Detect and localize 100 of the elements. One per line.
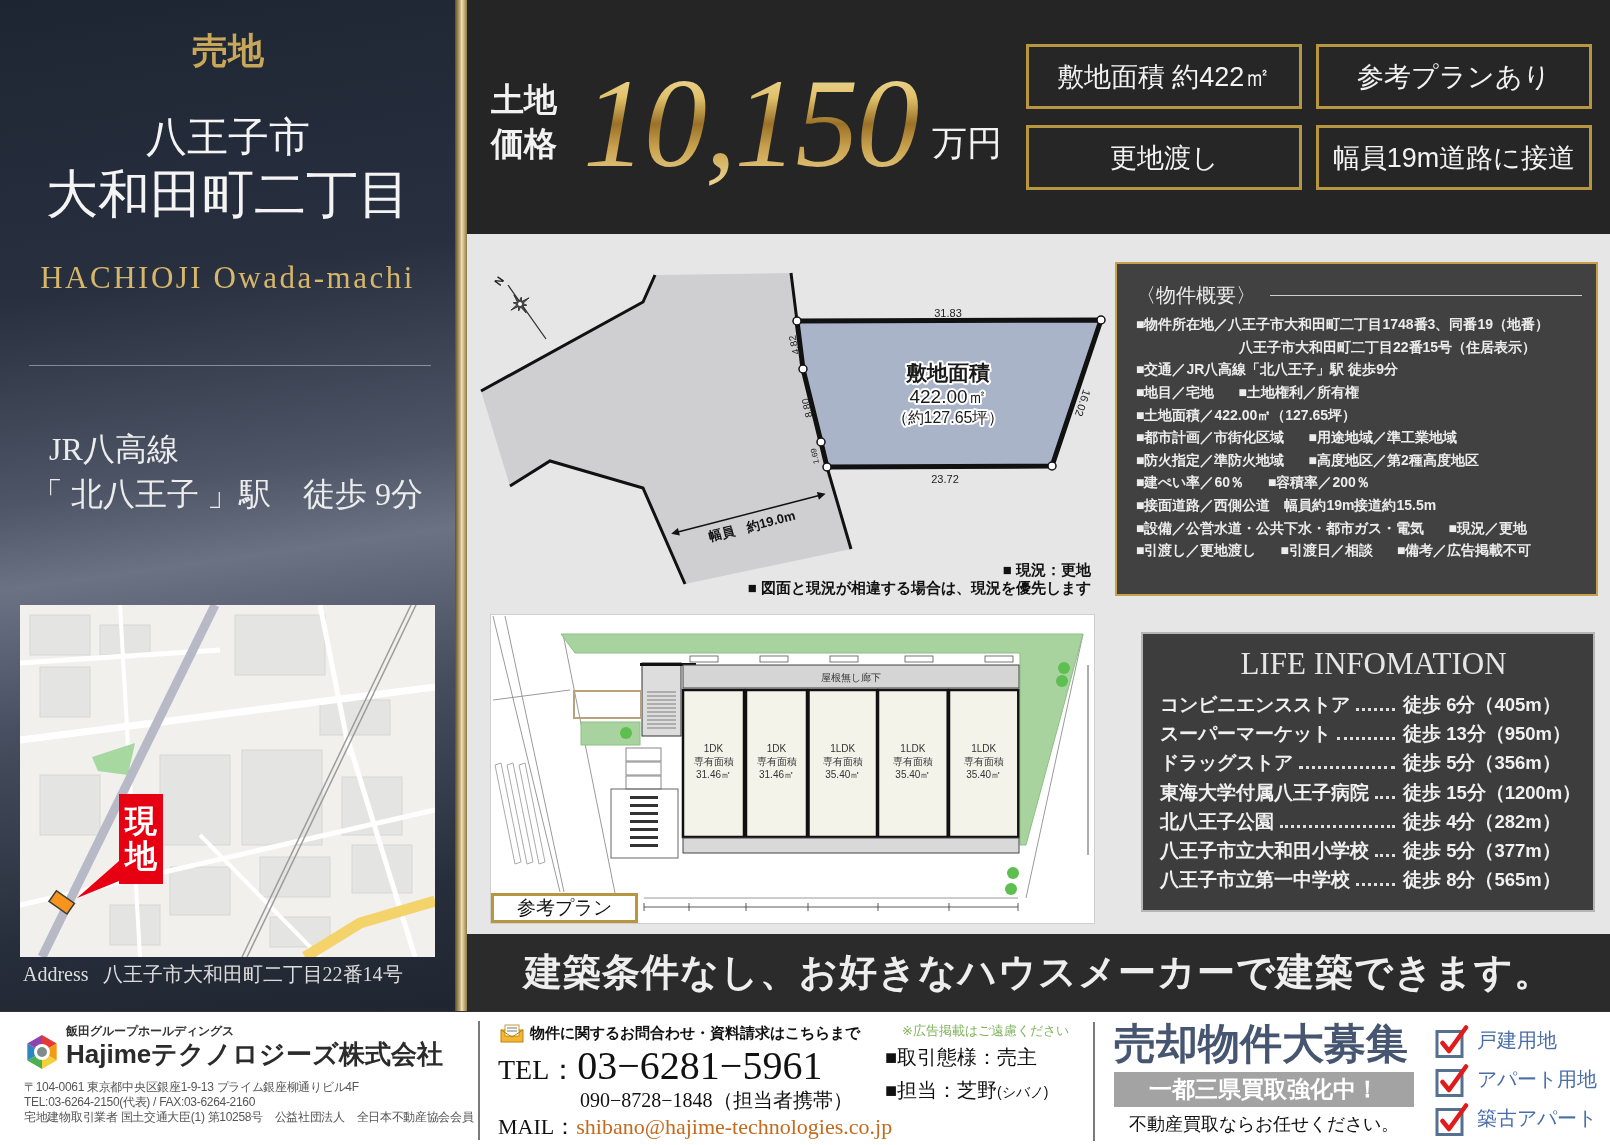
summary-item: 八王子市大和田町二丁目22番15号（住居表示） bbox=[1239, 337, 1537, 357]
dot-leader bbox=[1356, 706, 1395, 711]
unit-type: 1LDK bbox=[830, 742, 856, 754]
company-name: Hajimeテクノロジーズ株式会社 bbox=[66, 1039, 444, 1069]
place-name: 東海大学付属八王子病院 bbox=[1160, 780, 1369, 805]
summary-item: ■交通／JR八高線「北八王子」駅 徒歩9分 bbox=[1136, 360, 1399, 380]
feature-tag: 敷地面積 約422㎡ bbox=[1026, 44, 1302, 109]
unit-area: 31.46㎡ bbox=[696, 768, 731, 780]
place-name: 北八王子公園 bbox=[1160, 809, 1274, 834]
unit-type: 1DK bbox=[766, 742, 787, 754]
site-note: ■ 現況：更地 bbox=[1002, 560, 1091, 578]
walk-time: 徒歩 6分（405m） bbox=[1403, 692, 1562, 717]
summary-item: ■接面道路／西側公道 幅員約19m接道約15.5m bbox=[1136, 496, 1437, 516]
feature-tag: 幅員19m道路に接道 bbox=[1316, 125, 1592, 190]
summary-item: ■引渡日／相談 bbox=[1280, 541, 1373, 561]
walk-time: 徒歩 5分（356m） bbox=[1403, 751, 1562, 776]
company-info: 〒104-0061 東京都中央区銀座1-9-13 プライム銀座柳通りビル4F bbox=[24, 1080, 360, 1095]
dot-leader bbox=[1375, 853, 1395, 858]
mail-label: MAIL： bbox=[498, 1113, 577, 1140]
summary-item: ■容積率／200％ bbox=[1268, 473, 1370, 493]
place-name: 八王子市立大和田小学校 bbox=[1160, 839, 1369, 864]
romaji-name: HACHIOJI Owada-machi bbox=[40, 259, 415, 297]
unit-type: 1LDK bbox=[900, 742, 926, 754]
envelope-icon bbox=[500, 1023, 524, 1043]
summary-item: ■地目／宅地 bbox=[1136, 383, 1215, 403]
unit-type: 1LDK bbox=[971, 742, 997, 754]
buying-title: 売却物件大募集 bbox=[1114, 1019, 1409, 1069]
summary-item: ■防火指定／準防火地域 bbox=[1136, 450, 1285, 470]
unit-label: 専有面積 bbox=[822, 755, 863, 767]
price-unit: 万円 bbox=[931, 122, 1002, 164]
corridor-label: 屋根無し廊下 bbox=[821, 671, 881, 683]
tel-label: TEL： bbox=[498, 1053, 578, 1087]
place-name: 八王子市立第一中学校 bbox=[1160, 868, 1350, 893]
unit-area: 35.40㎡ bbox=[966, 768, 1002, 780]
feature-tag: 更地渡し bbox=[1026, 125, 1302, 190]
edge-length: 1.69 bbox=[809, 447, 821, 465]
phone-number: 03−6281−5961 bbox=[577, 1044, 823, 1088]
checklist-label: 築古アパート bbox=[1477, 1106, 1597, 1131]
station-access: 「 北八王子 」駅 徒歩 9分 bbox=[31, 475, 423, 514]
unit-label: 専有面積 bbox=[892, 755, 933, 767]
boundary-marker bbox=[822, 462, 832, 472]
checklist-label: 戸建用地 bbox=[1477, 1028, 1557, 1053]
category-title: 売地 bbox=[191, 30, 264, 73]
unit-area: 31.46㎡ bbox=[759, 768, 794, 780]
price-label: 土地 bbox=[491, 80, 558, 120]
place-name: ドラッグストア bbox=[1160, 751, 1293, 776]
summary-item: ■物件所在地／八王子市大和田町二丁目1748番3、同番19（地番） bbox=[1136, 315, 1549, 335]
area-title: 敷地面積 bbox=[906, 360, 990, 384]
summary-item: ■備考／広告掲載不可 bbox=[1396, 541, 1532, 561]
summary-item: ■設備／公営水道・公共下水・都市ガス・電気 bbox=[1136, 518, 1425, 538]
north-label: N bbox=[491, 274, 507, 288]
summary-title: 〈物件概要〉 bbox=[1136, 283, 1256, 308]
boundary-marker bbox=[816, 437, 826, 447]
dot-leader bbox=[1375, 794, 1395, 799]
plan-caption: 参考プラン bbox=[491, 893, 638, 923]
staff-name: ■担当：芝野 bbox=[885, 1078, 998, 1103]
walk-time: 徒歩 13分（950m） bbox=[1403, 721, 1573, 746]
price-label: 価格 bbox=[491, 124, 558, 164]
buying-banner: 一都三県買取強化中！ bbox=[1114, 1072, 1414, 1107]
edge-length: 31.83 bbox=[934, 307, 962, 319]
mobile-number: 090−8728−1848（担当者携帯） bbox=[579, 1088, 854, 1112]
unit-label: 専有面積 bbox=[756, 755, 797, 767]
site-note: ■ 図面と現況が相違する場合は、現況を優先します bbox=[747, 578, 1091, 596]
address-label: Address bbox=[23, 962, 89, 987]
summary-item: ■都市計画／市街化区域 bbox=[1136, 428, 1285, 448]
staff-reading: (シバノ) bbox=[997, 1083, 1049, 1102]
inquiry-heading: 物件に関するお問合わせ・資料請求はこちらまで bbox=[530, 1023, 860, 1043]
company-info: TEL:03-6264-2150(代表) / FAX:03-6264-2160 bbox=[24, 1095, 257, 1110]
walk-time: 徒歩 8分（565m） bbox=[1403, 868, 1562, 893]
life-title: LIFE INFOMATION bbox=[1239, 645, 1508, 683]
unit-label: 専有面積 bbox=[693, 755, 734, 767]
feature-tag: 参考プランあり bbox=[1316, 44, 1592, 109]
checklist-label: アパート用地 bbox=[1477, 1067, 1597, 1092]
email-address: shibano@hajime-technologies.co.jp bbox=[576, 1113, 893, 1140]
address-text: 八王子市大和田町二丁目22番14号 bbox=[102, 962, 403, 987]
callout-pointer bbox=[77, 861, 119, 898]
area-tsubo: （約127.65坪） bbox=[891, 408, 1005, 426]
summary-item: ■土地権利／所有権 bbox=[1238, 383, 1359, 403]
company-info: 宅地建物取引業者 国土交通大臣(1) 第10258号 公益社団法人 全日本不動産協会会員 bbox=[24, 1110, 475, 1125]
boundary-marker bbox=[792, 316, 802, 326]
edge-length: 16.02 bbox=[1072, 388, 1094, 418]
walk-time: 徒歩 4分（282m） bbox=[1403, 809, 1562, 834]
summary-item: ■建ぺい率／60％ bbox=[1136, 473, 1245, 493]
unit-label: 専有面積 bbox=[963, 755, 1004, 767]
road-width-label: 幅員 約19.0m bbox=[707, 507, 797, 545]
dot-leader bbox=[1337, 735, 1395, 740]
deal-type: ■取引態様：売主 bbox=[885, 1045, 1039, 1070]
area-value: 422.00㎡ bbox=[909, 385, 987, 407]
edge-length: 4.82 bbox=[786, 334, 802, 356]
summary-item: ■引渡し／更地渡し bbox=[1136, 541, 1257, 561]
edge-length: 23.72 bbox=[931, 473, 959, 485]
dot-leader bbox=[1356, 882, 1395, 887]
walk-time: 徒歩 5分（377m） bbox=[1403, 839, 1562, 864]
summary-item: ■現況／更地 bbox=[1448, 518, 1527, 538]
summary-item: ■用途地域／準工業地域 bbox=[1308, 428, 1457, 448]
town-name: 大和田町二丁目 bbox=[45, 165, 410, 225]
boundary-marker bbox=[798, 364, 808, 374]
walk-time: 徒歩 15分（1200m） bbox=[1403, 780, 1583, 805]
compass-icon bbox=[507, 284, 547, 340]
place-name: スーパーマーケット bbox=[1160, 721, 1331, 746]
